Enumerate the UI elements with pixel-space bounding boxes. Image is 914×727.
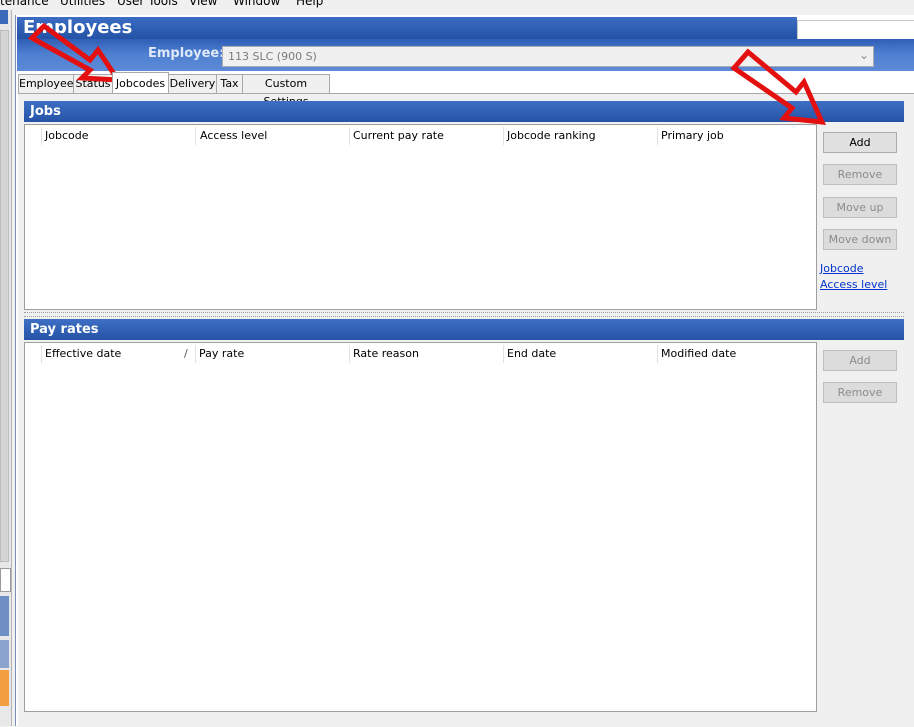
- menu-maintenance[interactable]: tenance: [0, 0, 49, 8]
- column-header-jobcode[interactable]: Jobcode: [45, 129, 88, 142]
- employee-select-value: 113 SLC (900 S): [228, 50, 317, 63]
- pay-rates-section-header: Pay rates: [24, 319, 904, 340]
- jobs-move-up-button[interactable]: Move up: [823, 197, 897, 218]
- window-title-bar: Employees: [17, 17, 797, 39]
- column-header-modified-date[interactable]: Modified date: [661, 347, 736, 360]
- column-separator[interactable]: [657, 127, 658, 145]
- column-header-access-level[interactable]: Access level: [200, 129, 267, 142]
- sort-indicator-icon: /: [184, 347, 188, 360]
- column-separator[interactable]: [195, 127, 196, 145]
- strip-panel-2: [0, 640, 9, 668]
- access-level-link[interactable]: Access level: [820, 278, 887, 291]
- strip-scrollbar[interactable]: [0, 30, 9, 562]
- column-separator[interactable]: [503, 345, 504, 363]
- employee-label: Employee:: [148, 46, 225, 61]
- jobs-move-down-button[interactable]: Move down: [823, 229, 897, 250]
- column-separator[interactable]: [349, 127, 350, 145]
- strip-input[interactable]: [0, 568, 11, 592]
- section-splitter[interactable]: [24, 312, 904, 317]
- menu-bar: tenance Utilities User Tools View Window…: [0, 0, 914, 10]
- column-separator[interactable]: [503, 127, 504, 145]
- jobcode-link[interactable]: Jobcode: [820, 262, 863, 275]
- column-separator[interactable]: [349, 345, 350, 363]
- menu-help[interactable]: Help: [296, 0, 323, 8]
- jobs-grid[interactable]: Jobcode Access level Current pay rate Jo…: [24, 124, 817, 310]
- menu-user-tools[interactable]: User Tools: [117, 0, 178, 8]
- background-window-strip: [0, 10, 12, 726]
- tab-tax[interactable]: Tax: [216, 74, 243, 93]
- menu-window[interactable]: Window: [233, 0, 280, 8]
- jobs-remove-button[interactable]: Remove: [823, 164, 897, 185]
- tab-custom-settings[interactable]: Custom Settings: [242, 74, 330, 108]
- tab-jobcodes[interactable]: Jobcodes: [112, 72, 169, 93]
- pay-rates-add-button[interactable]: Add: [823, 350, 897, 371]
- pay-rates-remove-button[interactable]: Remove: [823, 382, 897, 403]
- strip-header: [0, 10, 8, 24]
- tab-delivery[interactable]: Delivery: [168, 74, 217, 93]
- jobs-section-title: Jobs: [30, 104, 61, 119]
- column-header-rate-reason[interactable]: Rate reason: [353, 347, 419, 360]
- title-bar-field: [797, 20, 914, 40]
- column-header-jobcode-ranking[interactable]: Jobcode ranking: [507, 129, 596, 142]
- menu-view[interactable]: View: [189, 0, 217, 8]
- strip-highlight: [0, 670, 9, 706]
- column-separator[interactable]: [195, 345, 196, 363]
- pay-rates-grid[interactable]: Effective date / Pay rate Rate reason En…: [24, 342, 817, 712]
- pay-rates-section-title: Pay rates: [30, 322, 99, 337]
- column-header-effective-date[interactable]: Effective date: [45, 347, 121, 360]
- red-arrow-icon: [27, 22, 123, 83]
- jobs-add-button[interactable]: Add: [823, 132, 897, 153]
- column-header-primary-job[interactable]: Primary job: [661, 129, 724, 142]
- red-arrow-icon: [730, 48, 827, 125]
- column-header-pay-rate[interactable]: Pay rate: [199, 347, 244, 360]
- menu-utilities[interactable]: Utilities: [60, 0, 105, 8]
- strip-panel: [0, 596, 9, 636]
- column-header-current-pay-rate[interactable]: Current pay rate: [353, 129, 444, 142]
- column-separator[interactable]: [657, 345, 658, 363]
- column-header-end-date[interactable]: End date: [507, 347, 556, 360]
- column-separator[interactable]: [41, 345, 42, 363]
- column-separator[interactable]: [41, 127, 42, 145]
- chevron-down-icon[interactable]: ⌄: [859, 48, 869, 62]
